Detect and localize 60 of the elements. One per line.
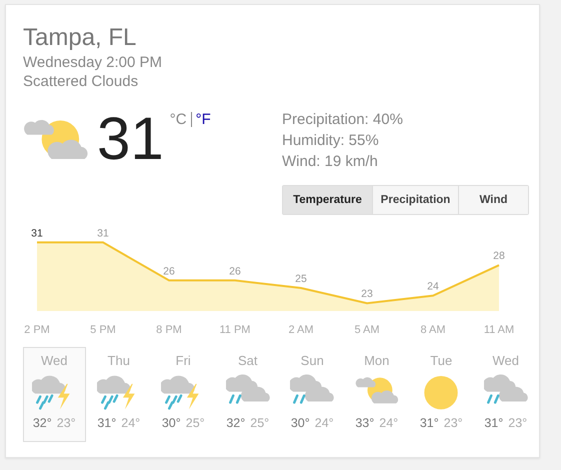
hour-label: 8 PM <box>156 324 182 336</box>
location-title: Tampa, FL <box>23 23 138 53</box>
day-forecast[interactable]: Tue 31° 23° <box>410 347 472 442</box>
data-label: 31 <box>97 227 109 240</box>
low-temperature: 24° <box>379 416 398 430</box>
date-time: Wednesday 2:00 PM <box>23 53 163 72</box>
high-temperature: 30° <box>162 416 181 430</box>
day-name: Tue <box>430 353 452 368</box>
low-temperature: 24° <box>121 416 140 430</box>
low-temperature: 23° <box>444 416 463 430</box>
data-label: 24 <box>427 280 439 293</box>
chart-tab[interactable]: Temperature <box>283 186 372 214</box>
data-label: 31 <box>31 227 43 240</box>
high-temperature: 32° <box>32 416 52 430</box>
low-temperature: 23° <box>56 416 76 430</box>
data-label: 26 <box>229 265 241 278</box>
chart-tab[interactable]: Wind <box>458 186 528 214</box>
data-label: 25 <box>295 273 307 285</box>
high-temperature: 33° <box>355 416 374 430</box>
day-name: Fri <box>176 353 191 368</box>
day-name: Thu <box>108 353 130 368</box>
day-forecast[interactable]: Sat 32° 25° <box>216 347 279 442</box>
day-forecast[interactable]: Fri 30° 25° <box>152 347 214 442</box>
data-label: 28 <box>493 250 505 262</box>
data-label: 26 <box>163 265 175 278</box>
weather-detail: Humidity: 55% <box>282 131 380 151</box>
hour-label: 5 AM <box>354 324 380 336</box>
hour-label: 5 PM <box>90 324 116 336</box>
hour-label: 8 AM <box>420 324 446 336</box>
data-label: 23 <box>361 288 373 300</box>
day-forecast[interactable]: Mon 33° 24° <box>346 347 408 442</box>
day-forecast[interactable]: Wed 32° 23° <box>23 347 86 442</box>
day-name: Wed <box>41 353 68 368</box>
day-name: Wed <box>492 353 519 368</box>
low-temperature: 25° <box>250 416 270 430</box>
low-temperature: 23° <box>508 416 528 430</box>
unit-link[interactable]: °F <box>196 111 211 128</box>
high-temperature: 31° <box>420 416 439 430</box>
current-temperature: 31 <box>97 109 164 169</box>
hour-label: 2 PM <box>24 324 50 336</box>
weather-detail: Wind: 19 km/h <box>282 152 379 172</box>
high-temperature: 32° <box>226 416 246 430</box>
hour-label: 11 PM <box>220 324 250 336</box>
weather-condition: Scattered Clouds <box>23 72 140 91</box>
hour-label: 2 AM <box>288 324 314 336</box>
weather-detail: Precipitation: 40% <box>282 110 404 130</box>
day-forecast[interactable]: Wed 31° 23° <box>474 347 537 442</box>
high-temperature: 31° <box>484 416 504 430</box>
low-temperature: 25° <box>186 416 205 430</box>
high-temperature: 31° <box>97 416 116 430</box>
high-temperature: 30° <box>290 416 310 430</box>
day-forecast[interactable]: Thu 31° 24° <box>88 347 150 442</box>
day-name: Mon <box>364 353 390 368</box>
low-temperature: 24° <box>314 416 334 430</box>
unit-label: °C <box>170 111 187 128</box>
hour-label: 11 AM <box>484 324 514 336</box>
day-name: Sun <box>300 353 324 368</box>
day-name: Sat <box>238 353 258 368</box>
day-forecast[interactable]: Sun 30° 24° <box>281 347 344 442</box>
chart-tab[interactable]: Precipitation <box>372 186 458 214</box>
